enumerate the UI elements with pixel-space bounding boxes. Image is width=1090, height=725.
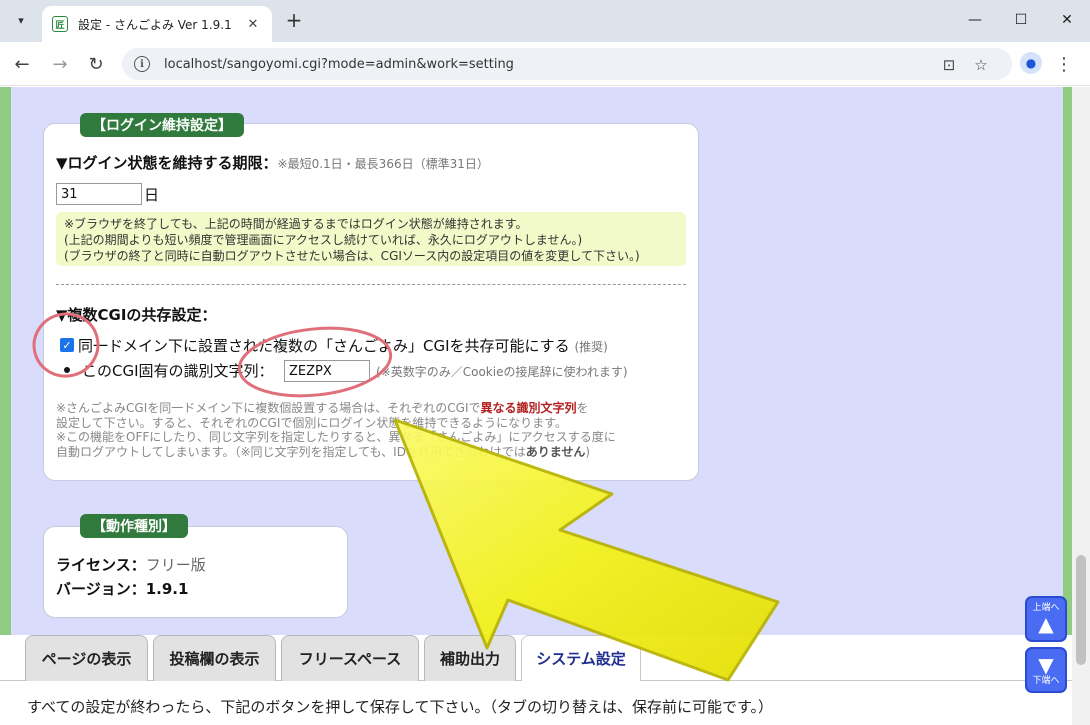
triangle-up-icon: ▲ xyxy=(1038,612,1054,636)
login-info-box: ※ブラウザを終了しても、上記の時間が経過するまではログイン状態が維持されます。 … xyxy=(56,212,686,266)
login-days-input[interactable] xyxy=(56,183,142,205)
window-minimize-icon[interactable]: — xyxy=(952,6,998,34)
operation-type-panel: ライセンス：フリー版 バージョン：1.9.1 xyxy=(43,526,348,618)
license-value: フリー版 xyxy=(145,556,206,574)
login-info-line: ※ブラウザを終了しても、上記の時間が経過するまではログイン状態が維持されます。 xyxy=(64,217,528,231)
login-period-heading: ▼ログイン状態を維持する期限：※最短0.1日・最長366日（標準31日） xyxy=(56,154,489,172)
coexist-checkbox[interactable]: ✓ xyxy=(60,338,74,352)
profile-icon[interactable]: ● xyxy=(1020,52,1042,74)
window-close-icon[interactable]: ✕ xyxy=(1044,6,1090,34)
coexist-checkbox-label[interactable]: 同一ドメイン下に設置された複数の「さんごよみ」CGIを共存可能にする (推奨) xyxy=(78,335,608,356)
forward-arrow-icon[interactable]: → xyxy=(46,50,74,78)
new-tab-plus-icon[interactable]: + xyxy=(282,8,306,32)
version-row: バージョン：1.9.1 xyxy=(56,580,189,598)
settings-content-area: ▼ログイン状態を維持する期限：※最短0.1日・最長366日（標準31日） 日 ※… xyxy=(11,87,1063,635)
tab-aux-output[interactable]: 補助出力 xyxy=(424,635,516,681)
operation-type-legend: 【動作種別】 xyxy=(80,514,188,538)
version-value: 1.9.1 xyxy=(145,580,189,598)
reload-icon[interactable]: ↻ xyxy=(82,50,110,78)
cgi-id-input[interactable] xyxy=(284,360,370,382)
scroll-to-top-button[interactable]: 上端へ ▲ xyxy=(1025,596,1067,642)
lens-icon[interactable]: ⊡ xyxy=(938,54,960,76)
site-info-icon[interactable]: i xyxy=(134,56,150,72)
coexist-recommend-note: (推奨) xyxy=(574,340,608,354)
login-info-line: (ブラウザの終了と同時に自動ログアウトさせたい場合は、CGIソース内の設定項目の… xyxy=(64,249,640,263)
tab-search-chevron-down-icon[interactable]: ▾ xyxy=(8,8,34,32)
scrollbar-thumb[interactable] xyxy=(1076,555,1086,665)
login-info-line: (上記の期間よりも短い頻度で管理画面にアクセスし続けていれば、永久にログアウトし… xyxy=(64,233,583,247)
triangle-down-icon: ▼ xyxy=(1038,653,1054,677)
login-settings-legend: 【ログイン維持設定】 xyxy=(80,113,244,137)
scroll-to-bottom-button[interactable]: ▼ 下端へ xyxy=(1025,647,1067,693)
list-bullet xyxy=(64,367,70,373)
address-bar[interactable]: i localhost/sangoyomi.cgi?mode=admin&wor… xyxy=(122,48,1012,80)
cgi-id-label: このCGI固有の識別文字列： xyxy=(82,362,274,380)
login-days-unit: 日 xyxy=(144,186,160,204)
login-settings-panel: ▼ログイン状態を維持する期限：※最短0.1日・最長366日（標準31日） 日 ※… xyxy=(43,123,699,481)
cgi-id-note: (※英数字のみ／Cookieの接尾辞に使われます) xyxy=(376,365,628,379)
tab-free-space[interactable]: フリースペース xyxy=(281,635,419,681)
cgi-coexist-heading: ▼複数CGIの共存設定： xyxy=(56,306,217,324)
tab-page-display[interactable]: ページの表示 xyxy=(25,635,148,681)
address-url[interactable]: localhost/sangoyomi.cgi?mode=admin&work=… xyxy=(164,57,514,72)
different-id-emphasis: 異なる識別文字列 xyxy=(480,401,577,415)
page-viewport: ▼ログイン状態を維持する期限：※最短0.1日・最長366日（標準31日） 日 ※… xyxy=(0,87,1090,725)
coexist-explanation: ※さんごよみCGIを同一ドメイン下に複数個設置する場合は、それぞれのCGIで異な… xyxy=(56,401,616,459)
tab-system-settings[interactable]: システム設定 xyxy=(521,635,641,681)
settings-tabs-area: ページの表示 投稿欄の表示 フリースペース 補助出力 システム設定 すべての設定… xyxy=(0,635,1072,725)
license-row: ライセンス：フリー版 xyxy=(56,556,206,574)
scroll-bottom-label: 下端へ xyxy=(1032,676,1060,686)
tab-title: 設定 - さんごよみ Ver 1.9.1 xyxy=(78,17,232,32)
login-period-note: ※最短0.1日・最長366日（標準31日） xyxy=(277,157,489,171)
site-favicon-icon: 匠 xyxy=(52,16,68,32)
tab-post-form-display[interactable]: 投稿欄の表示 xyxy=(153,635,276,681)
window-maximize-icon[interactable]: ☐ xyxy=(998,6,1044,34)
kebab-menu-icon[interactable]: ⋮ xyxy=(1054,50,1074,78)
browser-tab-active[interactable]: 匠 設定 - さんごよみ Ver 1.9.1 ✕ xyxy=(42,6,272,42)
tab-close-icon[interactable]: ✕ xyxy=(244,17,262,32)
back-arrow-icon[interactable]: ← xyxy=(8,50,36,78)
page-scrollbar[interactable] xyxy=(1072,87,1090,725)
section-divider xyxy=(56,284,686,285)
browser-toolbar: ← → ↻ i localhost/sangoyomi.cgi?mode=adm… xyxy=(0,42,1090,86)
bookmark-star-icon[interactable]: ☆ xyxy=(970,54,992,76)
browser-tabstrip: ▾ 匠 設定 - さんごよみ Ver 1.9.1 ✕ + — ☐ ✕ xyxy=(0,0,1090,42)
save-instruction: すべての設定が終わったら、下記のボタンを押して保存して下さい。（タブの切り替えは… xyxy=(27,698,773,716)
